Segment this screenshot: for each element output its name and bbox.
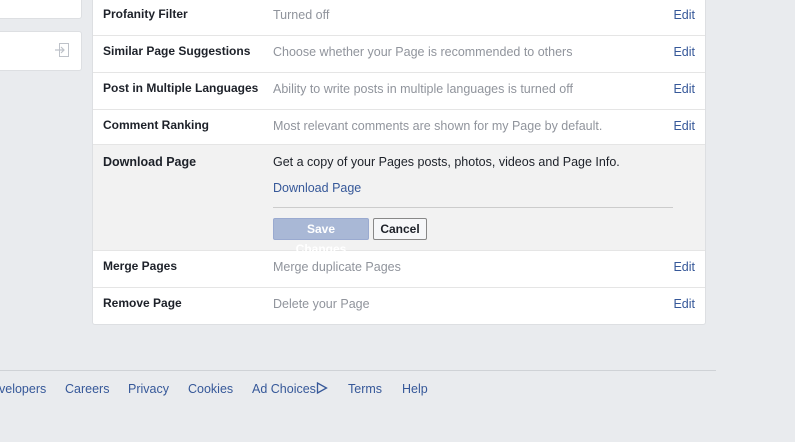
setting-description: Delete your Page [273,297,370,311]
setting-description: Ability to write posts in multiple langu… [273,82,573,96]
setting-description: Turned off [273,8,330,22]
setting-label: Merge Pages [103,259,178,273]
setting-row-merge-pages: Merge Pages Merge duplicate Pages Edit [93,251,705,288]
log-in-icon [54,42,70,58]
setting-row-remove-page: Remove Page Delete your Page Edit [93,288,705,325]
setting-label: Post in Multiple Languages [103,81,259,95]
download-info-text: Get a copy of your Pages posts, photos, … [273,155,620,169]
footer-link-terms[interactable]: Terms [348,382,382,396]
footer-link-careers[interactable]: Careers [65,382,109,396]
ad-choices-icon [316,381,328,396]
footer-link-cookies[interactable]: Cookies [188,382,233,396]
setting-row-similar-page-suggestions: Similar Page Suggestions Choose whether … [93,36,705,73]
sidebar-item[interactable] [0,31,82,71]
sidebar-card [0,0,82,19]
edit-link[interactable]: Edit [673,260,695,274]
setting-label: Similar Page Suggestions [103,44,251,58]
setting-label: Remove Page [103,296,182,310]
setting-row-comment-ranking: Comment Ranking Most relevant comments a… [93,110,705,145]
edit-link[interactable]: Edit [673,119,695,133]
edit-link[interactable]: Edit [673,8,695,22]
ad-choices-label: Ad Choices [252,382,316,396]
page-settings-panel: Profanity Filter Turned off Edit Similar… [92,0,706,325]
setting-description: Most relevant comments are shown for my … [273,119,603,133]
setting-row-profanity-filter: Profanity Filter Turned off Edit [93,0,705,36]
setting-label: Download Page [103,155,197,169]
footer-divider [0,370,716,371]
edit-link[interactable]: Edit [673,45,695,59]
footer-link-privacy[interactable]: Privacy [128,382,169,396]
setting-label: Profanity Filter [103,7,188,21]
save-changes-button[interactable]: Save Changes [273,218,369,256]
setting-label: Comment Ranking [103,118,210,132]
edit-link[interactable]: Edit [673,297,695,311]
cancel-button[interactable]: Cancel [373,218,427,240]
setting-row-download-page-expanded: Download Page Get a copy of your Pages p… [93,145,705,256]
footer-link-developers[interactable]: velopers [0,382,46,396]
download-page-link[interactable]: Download Page [273,181,361,195]
divider [273,207,673,208]
setting-description: Merge duplicate Pages [273,260,401,274]
setting-row-multiple-languages: Post in Multiple Languages Ability to wr… [93,73,705,110]
setting-description: Choose whether your Page is recommended … [273,45,573,59]
edit-link[interactable]: Edit [673,82,695,96]
footer-link-ad-choices[interactable]: Ad Choices [252,381,328,396]
footer-link-help[interactable]: Help [402,382,428,396]
